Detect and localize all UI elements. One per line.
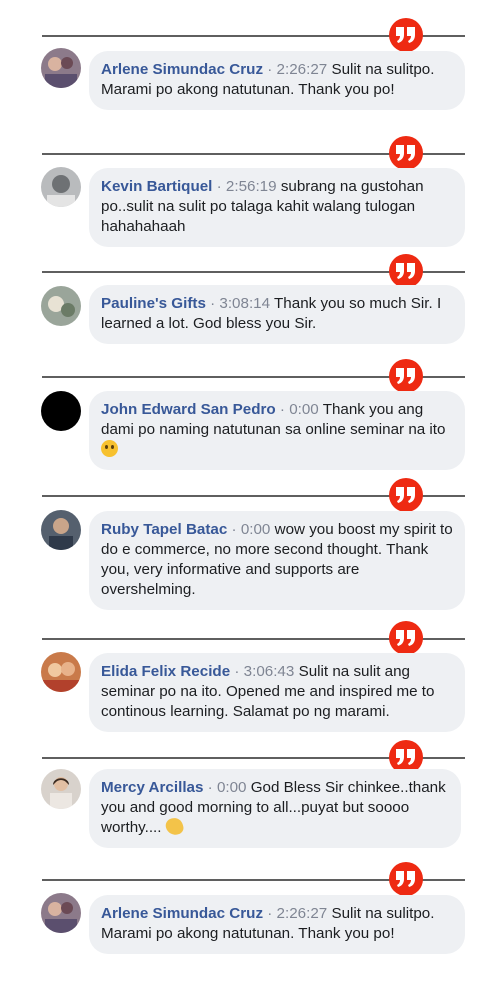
separator: · xyxy=(205,295,220,312)
quote-icon xyxy=(389,478,423,512)
separator: · xyxy=(227,521,241,538)
timestamp[interactable]: 2:26:27 xyxy=(277,905,328,922)
commenter-name[interactable]: Arlene Simundac Cruz xyxy=(101,61,263,78)
timestamp[interactable]: 3:06:43 xyxy=(244,663,295,680)
separator: · xyxy=(263,905,277,922)
commenter-name[interactable]: Kevin Bartiquel xyxy=(101,178,212,195)
avatar[interactable] xyxy=(41,167,81,207)
separator: · xyxy=(203,779,217,796)
commenter-name[interactable]: John Edward San Pedro xyxy=(101,401,276,418)
comment-bubble: Pauline's Gifts · 3:08:14 Thank you so m… xyxy=(89,285,465,344)
separator: · xyxy=(230,663,244,680)
comment-bubble: Mercy Arcillas · 0:00 God Bless Sir chin… xyxy=(89,769,461,848)
commenter-name[interactable]: Ruby Tapel Batac xyxy=(101,521,227,538)
separator: · xyxy=(263,61,277,78)
avatar[interactable] xyxy=(41,510,81,550)
comment-bubble: Kevin Bartiquel · 2:56:19 subrang na gus… xyxy=(89,168,465,247)
comment-bubble: John Edward San Pedro · 0:00 Thank you a… xyxy=(89,391,465,470)
quote-icon xyxy=(389,136,423,170)
avatar[interactable] xyxy=(41,652,81,692)
avatar[interactable] xyxy=(41,48,81,88)
timestamp[interactable]: 0:00 xyxy=(217,779,247,796)
separator: · xyxy=(275,401,290,418)
timestamp[interactable]: 2:56:19 xyxy=(226,178,277,195)
commenter-name[interactable]: Elida Felix Recide xyxy=(101,663,230,680)
commenter-name[interactable]: Mercy Arcillas xyxy=(101,779,203,796)
timestamp[interactable]: 0:00 xyxy=(241,521,271,538)
avatar[interactable] xyxy=(41,893,81,933)
commenter-name[interactable]: Arlene Simundac Cruz xyxy=(101,905,263,922)
avatar[interactable] xyxy=(41,391,81,431)
quote-icon xyxy=(389,18,423,52)
smiling-face-emoji xyxy=(101,440,118,457)
timestamp[interactable]: 3:08:14 xyxy=(219,295,270,312)
quote-icon xyxy=(389,359,423,393)
quote-icon xyxy=(389,254,423,288)
clapping-hands-emoji xyxy=(163,816,185,837)
timestamp[interactable]: 2:26:27 xyxy=(277,61,328,78)
separator: · xyxy=(212,178,226,195)
comment-bubble: Arlene Simundac Cruz · 2:26:27 Sulit na … xyxy=(89,895,465,954)
comment-bubble: Ruby Tapel Batac · 0:00 wow you boost my… xyxy=(89,511,465,610)
comment-bubble: Arlene Simundac Cruz · 2:26:27 Sulit na … xyxy=(89,51,465,110)
quote-icon xyxy=(389,621,423,655)
quote-icon xyxy=(389,862,423,896)
comment-bubble: Elida Felix Recide · 3:06:43 Sulit na su… xyxy=(89,653,465,732)
timestamp[interactable]: 0:00 xyxy=(289,401,319,418)
avatar[interactable] xyxy=(41,769,81,809)
avatar[interactable] xyxy=(41,286,81,326)
commenter-name[interactable]: Pauline's Gifts xyxy=(101,295,206,312)
